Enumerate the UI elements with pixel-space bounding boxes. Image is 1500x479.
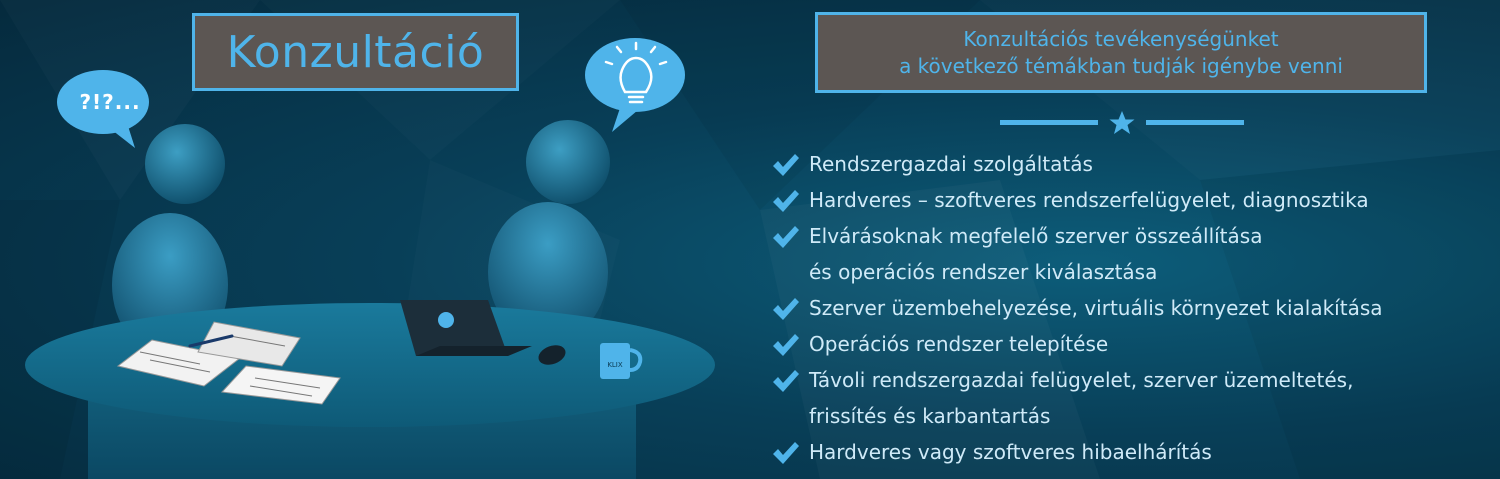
checkmark-icon xyxy=(773,154,799,176)
konzultacio-banner: KLIX ?!?... Konzultáció Konzultációs tev… xyxy=(0,0,1500,479)
intro-line-1: Konzultációs tevékenységünket xyxy=(963,26,1279,51)
service-text: Hardveres vagy szoftveres hibaelhárítás xyxy=(809,440,1212,464)
service-item: Szerver üzembehelyezése, virtuális körny… xyxy=(770,290,1495,326)
services-list: Rendszergazdai szolgáltatás Hardveres – s… xyxy=(770,146,1495,470)
service-item: Hardveres – szoftveres rendszerfelügyele… xyxy=(770,182,1495,218)
service-item: Operációs rendszer telepítése xyxy=(770,326,1495,362)
checkmark-icon xyxy=(773,298,799,320)
checkmark-icon xyxy=(773,226,799,248)
service-text-continued: és operációs rendszer kiválasztása xyxy=(809,260,1158,284)
service-text: Elvárásoknak megfelelő szerver összeállí… xyxy=(809,224,1263,248)
idea-bubble xyxy=(585,38,685,132)
service-text: Szerver üzembehelyezése, virtuális körny… xyxy=(809,296,1383,320)
service-item: Rendszergazdai szolgáltatás xyxy=(770,146,1495,182)
checkmark-icon xyxy=(773,370,799,392)
question-bubble-text: ?!?... xyxy=(79,90,141,114)
title-box: Konzultáció xyxy=(192,13,519,91)
checkmark-icon xyxy=(773,442,799,464)
checkmark-icon xyxy=(773,334,799,356)
service-text: Hardveres – szoftveres rendszerfelügyele… xyxy=(809,188,1369,212)
page-title: Konzultáció xyxy=(226,26,485,78)
service-text: Operációs rendszer telepítése xyxy=(809,332,1109,356)
mug-label: KLIX xyxy=(607,361,623,369)
service-text: Rendszergazdai szolgáltatás xyxy=(809,152,1093,176)
round-table xyxy=(25,303,715,479)
star-icon xyxy=(1109,111,1135,134)
intro-line-2: a következő témákban tudják igénybe venn… xyxy=(899,53,1343,78)
question-bubble: ?!?... xyxy=(60,80,160,150)
checkmark-icon xyxy=(773,190,799,212)
star-divider xyxy=(1000,111,1244,134)
service-text: Távoli rendszergazdai felügyelet, szerve… xyxy=(809,368,1354,392)
intro-box: Konzultációs tevékenységünket a következ… xyxy=(815,12,1427,93)
service-item: Hardveres vagy szoftveres hibaelhárítás xyxy=(770,434,1495,470)
service-text-continued: frissítés és karbantartás xyxy=(809,404,1051,428)
service-item: Elvárásoknak megfelelő szerver összeállí… xyxy=(770,218,1495,290)
service-item: Távoli rendszergazdai felügyelet, szerve… xyxy=(770,362,1495,434)
